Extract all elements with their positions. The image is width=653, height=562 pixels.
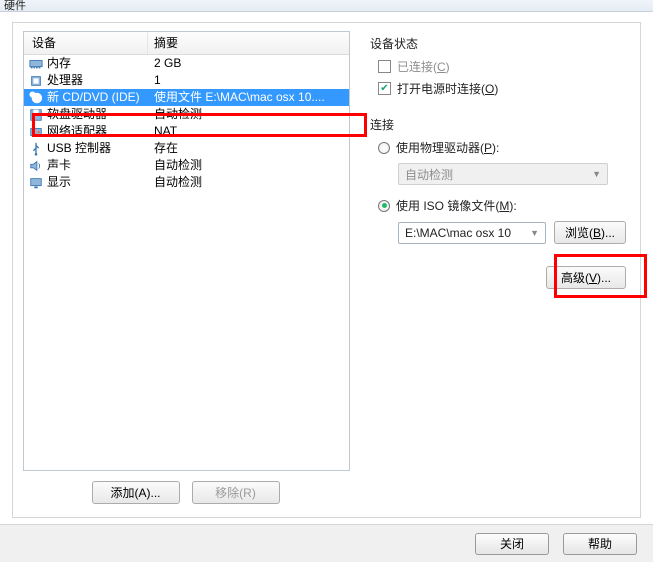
hw-summary: 存在 — [148, 140, 349, 157]
checkbox-icon — [378, 60, 391, 73]
hw-row-usb[interactable]: USB 控制器 存在 — [24, 140, 349, 157]
hw-row-sound[interactable]: 声卡 自动检测 — [24, 157, 349, 174]
connected-label: 已连接(C) — [397, 58, 450, 75]
hw-row-cd-new[interactable]: 新 CD/DVD (IDE) 使用文件 E:\MAC\mac osx 10.... — [24, 89, 349, 106]
hw-row-cpu[interactable]: 处理器 1 — [24, 72, 349, 89]
radio-icon — [378, 142, 390, 154]
checkbox-icon: ✔ — [378, 82, 391, 95]
hardware-header: 设备 摘要 — [24, 32, 349, 55]
titlebar: 硬件 — [0, 0, 653, 12]
hw-summary: NAT — [148, 123, 349, 140]
physical-drive-radio[interactable]: 使用物理驱动器(P): — [378, 139, 626, 156]
add-button[interactable]: 添加(A)... — [92, 481, 180, 504]
physical-label: 使用物理驱动器(P): — [396, 139, 499, 156]
hw-summary: 1 — [148, 72, 349, 89]
col-device: 设备 — [24, 32, 148, 54]
hw-summary: 自动检测 — [148, 106, 349, 123]
hw-name: 内存 — [47, 55, 71, 72]
hw-summary: 2 GB — [148, 55, 349, 72]
cd-new-icon — [28, 90, 43, 105]
footer: 关闭 帮助 — [0, 524, 653, 562]
radio-icon — [378, 200, 390, 212]
iso-radio[interactable]: 使用 ISO 镜像文件(M): — [378, 197, 626, 214]
connection-title: 连接 — [370, 116, 626, 133]
hw-name: 声卡 — [47, 157, 71, 174]
memory-icon — [28, 56, 43, 71]
physical-drive-select: 自动检测▼ — [398, 163, 608, 185]
hw-name: 显示 — [47, 174, 71, 191]
usb-icon — [28, 141, 43, 156]
poweron-label: 打开电源时连接(O) — [397, 80, 498, 97]
hw-summary: 使用文件 E:\MAC\mac osx 10.... — [148, 89, 349, 106]
advanced-button[interactable]: 高级(V)... — [546, 266, 626, 289]
sound-icon — [28, 158, 43, 173]
help-button[interactable]: 帮助 — [563, 533, 637, 555]
floppy-icon — [28, 107, 43, 122]
hw-row-memory[interactable]: 内存 2 GB — [24, 55, 349, 72]
hw-summary: 自动检测 — [148, 157, 349, 174]
poweron-checkbox[interactable]: ✔ 打开电源时连接(O) — [378, 80, 626, 97]
hw-name: 处理器 — [47, 72, 83, 89]
chevron-down-icon: ▼ — [592, 169, 601, 179]
hw-summary: 自动检测 — [148, 174, 349, 191]
hw-name: 网络适配器 — [47, 123, 107, 140]
connected-checkbox[interactable]: 已连接(C) — [378, 58, 626, 75]
hw-row-floppy[interactable]: 软盘驱动器 自动检测 — [24, 106, 349, 123]
iso-path-select[interactable]: E:\MAC\mac osx 10▼ — [398, 222, 546, 244]
cpu-icon — [28, 73, 43, 88]
hw-name: USB 控制器 — [47, 140, 111, 157]
hw-row-display[interactable]: 显示 自动检测 — [24, 174, 349, 191]
hw-name: 新 CD/DVD (IDE) — [47, 89, 140, 106]
status-title: 设备状态 — [370, 35, 626, 52]
iso-label: 使用 ISO 镜像文件(M): — [396, 197, 517, 214]
display-icon — [28, 175, 43, 190]
chevron-down-icon: ▼ — [530, 228, 539, 238]
hardware-list: 设备 摘要 内存 2 GB 处理器 1 新 CD/DVD (IDE) 使用文件 E:\MA… — [23, 31, 350, 471]
remove-button[interactable]: 移除(R) — [192, 481, 280, 504]
close-button[interactable]: 关闭 — [475, 533, 549, 555]
nic-icon — [28, 124, 43, 139]
col-summary: 摘要 — [148, 32, 349, 54]
hw-row-nic[interactable]: 网络适配器 NAT — [24, 123, 349, 140]
browse-button[interactable]: 浏览(B)... — [554, 221, 626, 244]
hw-name: 软盘驱动器 — [47, 106, 107, 123]
